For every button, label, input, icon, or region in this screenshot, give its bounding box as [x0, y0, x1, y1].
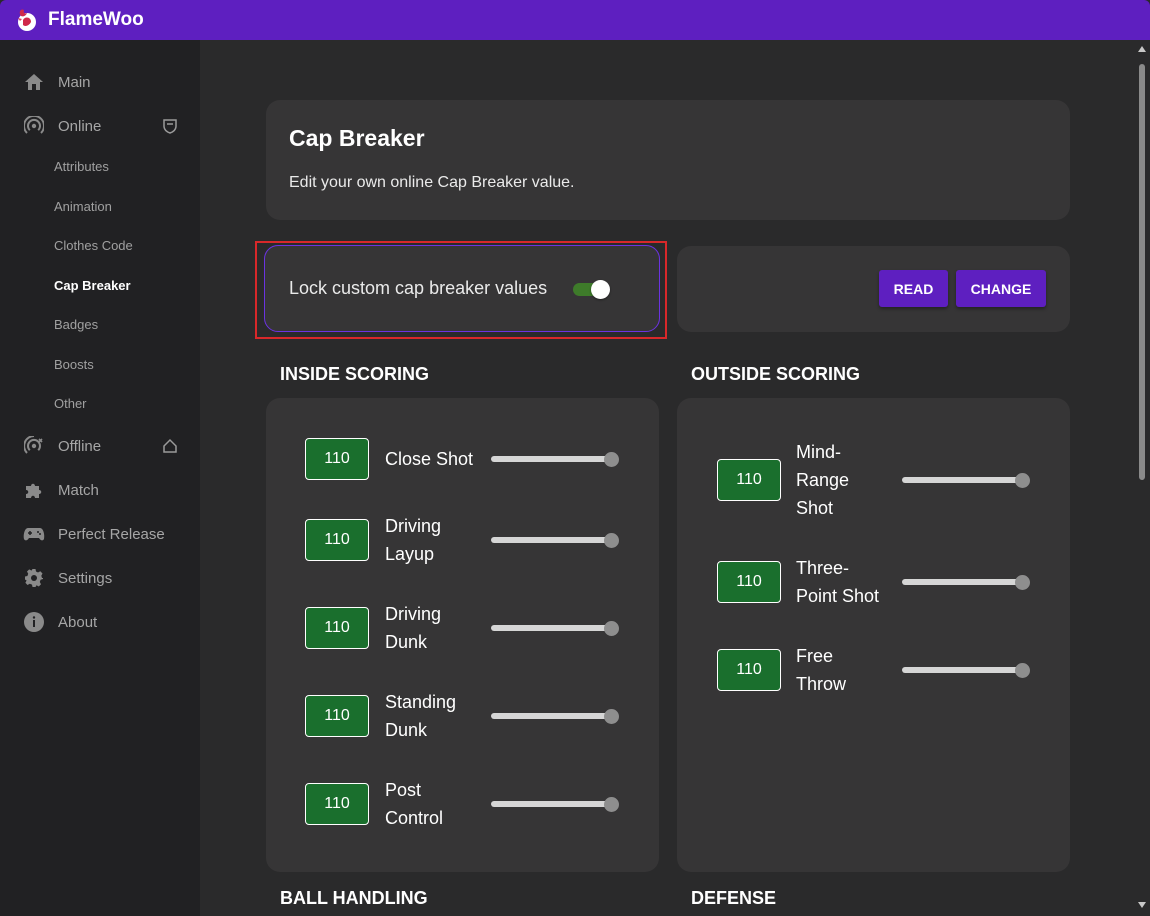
- page-header-card: [266, 100, 1070, 220]
- toggle-knob: [591, 280, 610, 299]
- attribute-slider[interactable]: [902, 663, 1030, 678]
- sidebar-item-label: Online: [58, 117, 102, 135]
- attribute-value[interactable]: 110: [717, 561, 781, 603]
- lock-toggle[interactable]: [573, 280, 613, 299]
- home-icon: [23, 71, 45, 93]
- sidebar-item-label: Settings: [58, 569, 113, 587]
- slider-handle[interactable]: [604, 709, 619, 724]
- slider-handle[interactable]: [1015, 575, 1030, 590]
- puzzle-icon: [23, 479, 45, 501]
- attribute-value[interactable]: 110: [717, 459, 781, 501]
- sidebar-item-label: About: [58, 613, 98, 631]
- attribute-label: Mind- Range Shot: [796, 442, 850, 518]
- attribute-value[interactable]: 110: [305, 438, 369, 480]
- attribute-label: Driving Dunk: [385, 604, 442, 652]
- offline-icon: [23, 435, 45, 457]
- sidebar-item-settings[interactable]: Settings: [0, 558, 200, 598]
- slider-rail: [491, 537, 612, 543]
- info-icon: [23, 611, 45, 633]
- sidebar-subitem-badges[interactable]: Badges: [54, 315, 98, 335]
- attribute-label: Post Control: [385, 780, 444, 828]
- flamewoo-logo-icon: [18, 9, 36, 31]
- section-heading-ball-handling: BALL HANDLING: [280, 888, 428, 908]
- vertical-scrollbar[interactable]: [1134, 40, 1150, 916]
- slider-rail: [491, 801, 612, 807]
- attribute-label: Standing Dunk: [385, 692, 457, 740]
- slider-handle[interactable]: [604, 533, 619, 548]
- attribute-slider[interactable]: [902, 473, 1030, 488]
- attribute-slider[interactable]: [491, 709, 619, 724]
- scroll-up-arrow-icon[interactable]: [1138, 46, 1146, 52]
- slider-handle[interactable]: [604, 797, 619, 812]
- page-description: Edit your own online Cap Breaker value.: [289, 174, 575, 191]
- attribute-slider[interactable]: [491, 797, 619, 812]
- slider-handle[interactable]: [1015, 473, 1030, 488]
- sidebar-item-match[interactable]: Match: [0, 470, 200, 510]
- attribute-label: Driving Layup: [385, 516, 442, 564]
- sidebar-subitem-cap-breaker[interactable]: Cap Breaker: [54, 276, 131, 296]
- attribute-label: Three- Point Shot: [796, 558, 880, 606]
- slider-handle[interactable]: [1015, 663, 1030, 678]
- section-heading-defense: DEFENSE: [691, 888, 777, 908]
- sidebar-subitem-boosts[interactable]: Boosts: [54, 355, 94, 375]
- slider-rail: [902, 667, 1023, 673]
- app-title: FlameWoo: [48, 9, 144, 30]
- slider-handle[interactable]: [604, 621, 619, 636]
- shield-icon: [163, 119, 177, 134]
- change-button[interactable]: CHANGE: [956, 270, 1046, 307]
- scrollbar-thumb[interactable]: [1139, 64, 1145, 480]
- attribute-value[interactable]: 110: [305, 783, 369, 825]
- sidebar-item-label: Perfect Release: [58, 525, 165, 543]
- attribute-slider[interactable]: [902, 575, 1030, 590]
- read-button[interactable]: READ: [879, 270, 948, 307]
- sidebar-item-main[interactable]: Main: [0, 62, 200, 102]
- attribute-slider[interactable]: [491, 533, 619, 548]
- sidebar-item-label: Offline: [58, 437, 102, 455]
- attribute-value[interactable]: 110: [305, 519, 369, 561]
- sidebar-item-perfect-release[interactable]: Perfect Release: [0, 514, 200, 554]
- gamepad-icon: [23, 523, 45, 545]
- slider-rail: [491, 625, 612, 631]
- gear-icon: [23, 567, 45, 589]
- section-heading-inside-scoring: INSIDE SCORING: [280, 364, 430, 384]
- online-icon: [23, 115, 45, 137]
- sidebar-subitem-other[interactable]: Other: [54, 394, 87, 414]
- slider-rail: [902, 579, 1023, 585]
- scroll-down-arrow-icon[interactable]: [1138, 902, 1146, 908]
- sidebar-item-about[interactable]: About: [0, 602, 200, 642]
- slider-rail: [491, 713, 612, 719]
- title-bar: FlameWoo: [0, 0, 1150, 40]
- attribute-slider[interactable]: [491, 452, 619, 467]
- lock-label: Lock custom cap breaker values: [289, 278, 548, 298]
- attribute-label: Free Throw: [796, 646, 847, 694]
- sidebar-item-label: Match: [58, 481, 99, 499]
- section-heading-outside-scoring: OUTSIDE SCORING: [691, 364, 861, 384]
- sidebar-item-online[interactable]: Online: [0, 106, 200, 146]
- sidebar-subitem-clothes-code[interactable]: Clothes Code: [54, 236, 133, 256]
- sidebar-item-offline[interactable]: Offline: [0, 426, 200, 466]
- slider-rail: [491, 456, 612, 462]
- attribute-value[interactable]: 110: [305, 695, 369, 737]
- home-outline-icon: [163, 438, 177, 453]
- slider-rail: [902, 477, 1023, 483]
- sidebar-subitem-attributes[interactable]: Attributes: [54, 157, 109, 177]
- attribute-label: Close Shot: [385, 449, 474, 469]
- sidebar-item-label: Main: [58, 73, 91, 91]
- slider-handle[interactable]: [604, 452, 619, 467]
- page-title: Cap Breaker: [289, 125, 425, 151]
- sidebar-subitem-animation[interactable]: Animation: [54, 197, 112, 217]
- attribute-value[interactable]: 110: [305, 607, 369, 649]
- attribute-slider[interactable]: [491, 621, 619, 636]
- attribute-value[interactable]: 110: [717, 649, 781, 691]
